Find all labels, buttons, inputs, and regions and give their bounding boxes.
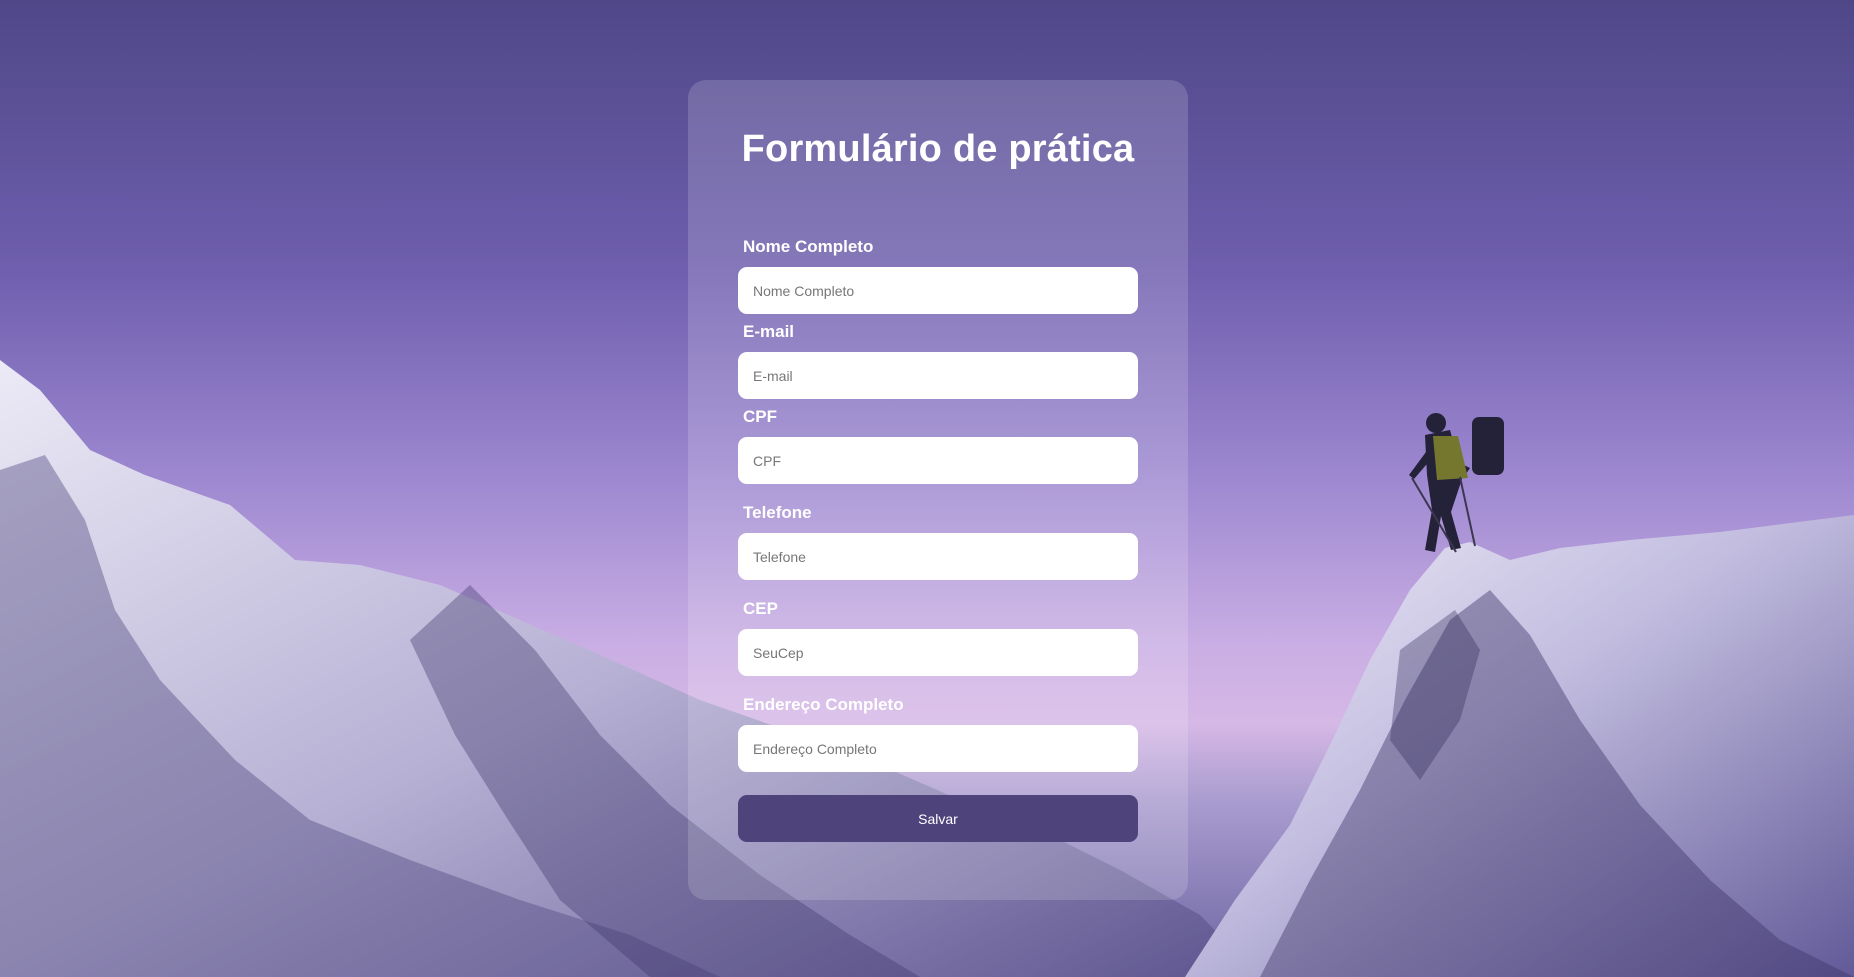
full-address-input[interactable]	[738, 725, 1138, 772]
cpf-label: CPF	[743, 407, 777, 426]
cep-input[interactable]	[738, 629, 1138, 676]
telephone-label: Telefone	[743, 503, 812, 522]
full-name-label: Nome Completo	[743, 237, 874, 256]
save-button[interactable]: Salvar	[738, 795, 1138, 842]
cep-label: CEP	[743, 599, 778, 618]
form-title: Formulário de prática	[741, 128, 1135, 170]
cpf-input[interactable]	[738, 437, 1138, 484]
full-name-input[interactable]	[738, 267, 1138, 314]
form-panel: Formulário de prática Nome Completo E-ma…	[688, 80, 1188, 900]
telephone-input[interactable]	[738, 533, 1138, 580]
email-label: E-mail	[743, 322, 795, 341]
email-input[interactable]	[738, 352, 1138, 399]
full-address-label: Endereço Completo	[743, 695, 904, 714]
